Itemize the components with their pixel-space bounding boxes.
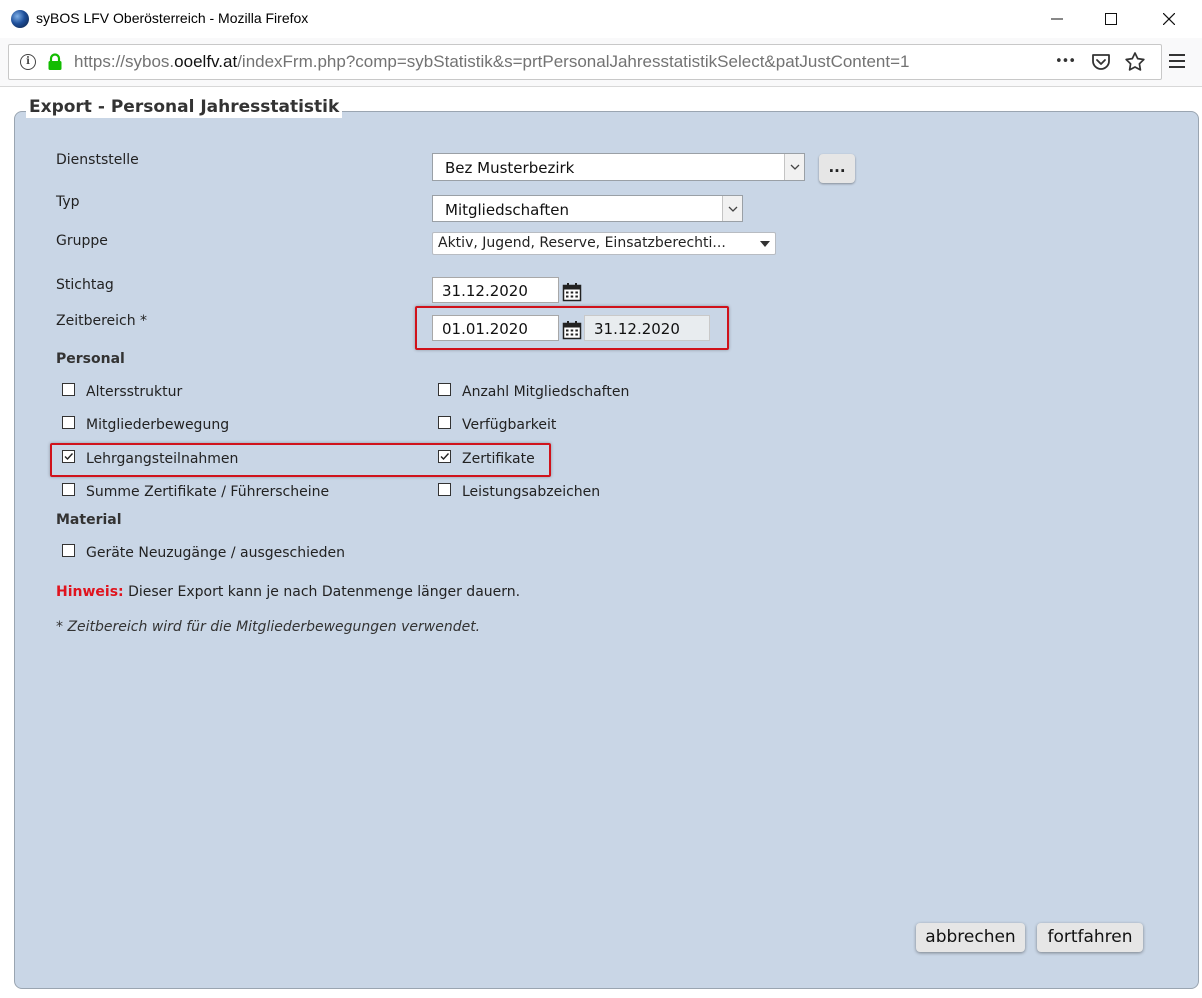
- dienststelle-value: Bez Musterbezirk: [445, 159, 575, 177]
- checkbox-mitgliederbewegung[interactable]: [62, 416, 75, 429]
- continue-button[interactable]: fortfahren: [1037, 923, 1143, 952]
- personal-heading: Personal: [56, 351, 125, 367]
- firefox-globe-icon: [11, 10, 29, 28]
- label-altersstruktur: Altersstruktur: [86, 384, 183, 400]
- label-summe-zertifikate: Summe Zertifikate / Führerscheine: [86, 484, 330, 500]
- navigation-toolbar: i https://sybos.ooelfv.at/indexFrm.php?c…: [0, 38, 1202, 87]
- gruppe-multiselect[interactable]: Aktiv, Jugend, Reserve, Einsatzberechti.…: [432, 232, 776, 255]
- lock-icon[interactable]: [47, 53, 63, 71]
- url-suffix: /indexFrm.php?comp=sybStatistik&s=prtPer…: [237, 52, 910, 71]
- checkbox-anzahl-mitgliedschaften[interactable]: [438, 383, 451, 396]
- label-lehrgangsteilnahmen: Lehrgangsteilnahmen: [86, 451, 239, 467]
- hint-prefix: Hinweis:: [56, 584, 124, 600]
- window-titlebar: syBOS LFV Oberösterreich - Mozilla Firef…: [0, 0, 1202, 38]
- bookmark-star-icon[interactable]: [1123, 50, 1147, 74]
- cancel-button[interactable]: abbrechen: [916, 923, 1025, 952]
- checkmark-icon: [440, 453, 450, 461]
- window-title: syBOS LFV Oberösterreich - Mozilla Firef…: [36, 10, 309, 26]
- dienststelle-select[interactable]: Bez Musterbezirk: [432, 153, 805, 181]
- url-domain: ooelfv.at: [174, 52, 238, 71]
- chevron-down-icon: [790, 164, 799, 170]
- typ-label: Typ: [56, 194, 80, 210]
- label-anzahl-mitgliedschaften: Anzahl Mitgliedschaften: [462, 384, 630, 400]
- dienststelle-browse-button[interactable]: ...: [819, 154, 855, 183]
- checkmark-icon: [64, 453, 74, 461]
- page-actions-icon[interactable]: •••: [1053, 50, 1077, 74]
- pocket-icon[interactable]: [1089, 50, 1113, 74]
- checkbox-altersstruktur[interactable]: [62, 383, 75, 396]
- label-verfuegbarkeit: Verfügbarkeit: [462, 417, 557, 433]
- address-bar[interactable]: i https://sybos.ooelfv.at/indexFrm.php?c…: [8, 44, 1162, 80]
- footnote-text: * Zeitbereich wird für die Mitgliederbew…: [56, 619, 481, 635]
- hamburger-menu-icon[interactable]: [1166, 50, 1188, 72]
- zeitbereich-to-input: 31.12.2020: [584, 315, 710, 341]
- gruppe-label: Gruppe: [56, 233, 108, 249]
- zeitbereich-label: Zeitbereich *: [56, 313, 148, 329]
- label-zertifikate: Zertifikate: [462, 451, 535, 467]
- maximize-icon: [1105, 13, 1117, 25]
- label-mitgliederbewegung: Mitgliederbewegung: [86, 417, 230, 433]
- close-icon: [1163, 13, 1175, 25]
- calendar-icon[interactable]: [562, 320, 582, 340]
- label-leistungsabzeichen: Leistungsabzeichen: [462, 484, 601, 500]
- stichtag-input[interactable]: 31.12.2020: [432, 277, 559, 303]
- typ-dropdown-arrow[interactable]: [722, 196, 742, 221]
- minimize-icon: [1051, 18, 1063, 20]
- checkbox-geraete-neuzugaenge[interactable]: [62, 544, 75, 557]
- maximize-button[interactable]: [1088, 0, 1134, 38]
- minimize-button[interactable]: [1034, 0, 1080, 38]
- checkbox-summe-zertifikate[interactable]: [62, 483, 75, 496]
- material-heading: Material: [56, 512, 122, 528]
- checkbox-verfuegbarkeit[interactable]: [438, 416, 451, 429]
- dienststelle-label: Dienststelle: [56, 152, 139, 168]
- calendar-icon[interactable]: [562, 282, 582, 302]
- stichtag-value: 31.12.2020: [442, 282, 528, 300]
- checkbox-lehrgangsteilnahmen[interactable]: [62, 450, 75, 463]
- checkbox-zertifikate[interactable]: [438, 450, 451, 463]
- caret-down-icon: [760, 241, 770, 247]
- gruppe-value: Aktiv, Jugend, Reserve, Einsatzberechti.…: [438, 235, 726, 251]
- hint-body: Dieser Export kann je nach Datenmenge lä…: [123, 584, 521, 600]
- zeitbereich-to-value: 31.12.2020: [594, 320, 680, 338]
- chevron-down-icon: [728, 206, 737, 212]
- label-geraete-neuzugaenge: Geräte Neuzugänge / ausgeschieden: [86, 545, 345, 561]
- url-prefix: https://sybos.: [74, 52, 175, 71]
- checkbox-leistungsabzeichen[interactable]: [438, 483, 451, 496]
- info-icon[interactable]: i: [20, 54, 36, 70]
- dialog-title: Export - Personal Jahresstatistik: [26, 96, 343, 118]
- typ-select[interactable]: Mitgliedschaften: [432, 195, 743, 222]
- hint-text: Hinweis: Dieser Export kann je nach Date…: [56, 584, 520, 600]
- typ-value: Mitgliedschaften: [445, 201, 569, 219]
- stichtag-label: Stichtag: [56, 277, 114, 293]
- close-button[interactable]: [1146, 0, 1192, 38]
- dienststelle-dropdown-arrow[interactable]: [784, 154, 804, 180]
- zeitbereich-from-value: 01.01.2020: [442, 320, 528, 338]
- zeitbereich-from-input[interactable]: 01.01.2020: [432, 315, 559, 341]
- url-text[interactable]: https://sybos.ooelfv.at/indexFrm.php?com…: [74, 52, 910, 72]
